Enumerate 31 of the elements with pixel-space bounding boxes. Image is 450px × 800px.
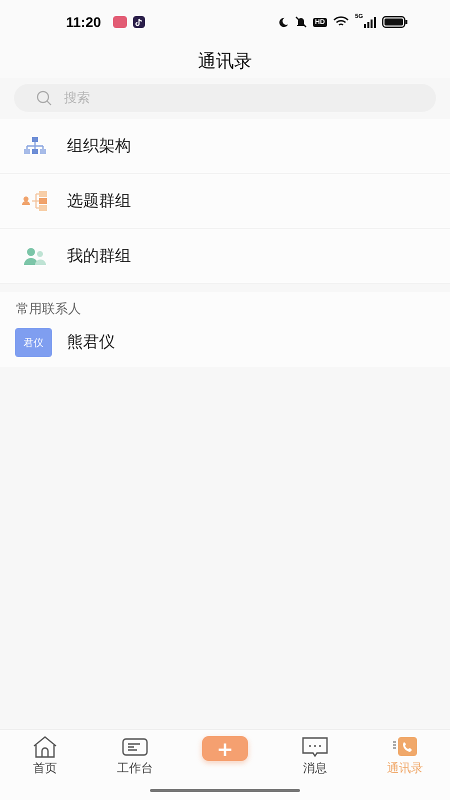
section-title: 常用联系人 [15, 301, 82, 319]
menu-label: 我的群组 [67, 246, 131, 266]
app-notification-icon [113, 16, 128, 28]
home-icon [32, 736, 58, 758]
tab[interactable]: 工作台 [117, 736, 153, 777]
menu-label: 组织架构 [67, 136, 131, 156]
wifi-icon [332, 16, 349, 28]
people-icon [22, 247, 48, 265]
card-icon [122, 736, 148, 758]
signal-icon [364, 16, 376, 28]
menu-item[interactable]: 选题群组 [0, 174, 450, 229]
tab[interactable]: 首页 [32, 736, 58, 777]
bell-muted-icon [294, 16, 307, 28]
chat-icon [302, 736, 328, 758]
page-title: 通讯录 [198, 50, 252, 73]
menu-label: 选题群组 [67, 190, 131, 212]
tab[interactable]: 消息 [302, 736, 328, 777]
battery-icon [382, 16, 408, 28]
person-tree-icon [22, 191, 48, 211]
menu-item[interactable]: 组织架构 [0, 119, 450, 174]
menu-item[interactable]: 我的群组 [0, 229, 450, 284]
contact-name[interactable]: 熊君仪 [67, 332, 115, 353]
home-indicator[interactable] [150, 789, 300, 792]
app-notification-icon [133, 16, 146, 28]
org-chart-icon [22, 137, 48, 155]
search-field[interactable]: 搜索 [14, 84, 436, 112]
phone-book-icon [392, 736, 418, 758]
contact-avatar: 君仪 [15, 328, 52, 357]
status-time: 11:20 [66, 14, 102, 30]
search-icon [36, 90, 52, 106]
moon-icon [278, 16, 289, 28]
